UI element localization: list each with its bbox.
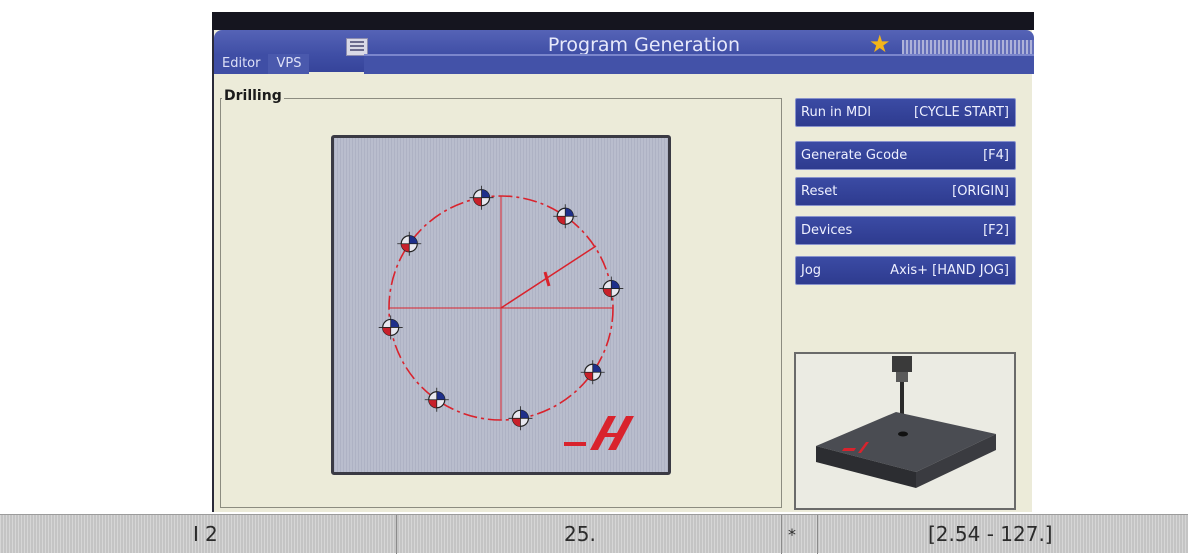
bolt-circle-diagram [331, 135, 671, 475]
bolt-hole-marker [553, 204, 578, 229]
range-cell: [2.54 - 127.] [928, 522, 1053, 546]
bolt-hole-marker [378, 315, 403, 340]
tab-vps[interactable]: VPS [268, 54, 310, 74]
bolt-hole-marker [469, 185, 494, 210]
input-status-bar: I 2 25. * [2.54 - 127.] [0, 514, 1188, 554]
variable-input-cell[interactable]: I 2 [0, 515, 397, 554]
bolt-hole-marker [508, 406, 533, 431]
tab-bar [364, 54, 1034, 74]
haas-logo [564, 416, 634, 450]
generate-gcode-button[interactable]: Generate Gcode [F4] [795, 141, 1016, 170]
tab-editor[interactable]: Editor [214, 54, 269, 74]
bolt-hole-marker [599, 276, 624, 301]
bolt-hole-marker [580, 360, 605, 385]
current-value-cell: 25. [397, 515, 782, 554]
dimension-marker [543, 271, 551, 287]
bolt-hole-marker [397, 231, 422, 256]
radius-dimension-line [500, 245, 597, 309]
control-screen: Program Generation ★ Editor VPS Drilling… [212, 12, 1034, 512]
page-title: Program Generation [547, 34, 741, 56]
run-in-mdi-button[interactable]: Run in MDI [CYCLE START] [795, 98, 1016, 127]
jog-button[interactable]: Jog Axis+ [HAND JOG] [795, 256, 1016, 285]
drilling-panel-label: Drilling [222, 88, 284, 104]
bolt-hole-marker [424, 387, 449, 412]
devices-button[interactable]: Devices [F2] [795, 216, 1016, 245]
drilling-preview-image [794, 352, 1016, 510]
tabs: Editor VPS [214, 54, 310, 74]
marker-cell: * [782, 515, 818, 554]
reset-button[interactable]: Reset [ORIGIN] [795, 177, 1016, 206]
